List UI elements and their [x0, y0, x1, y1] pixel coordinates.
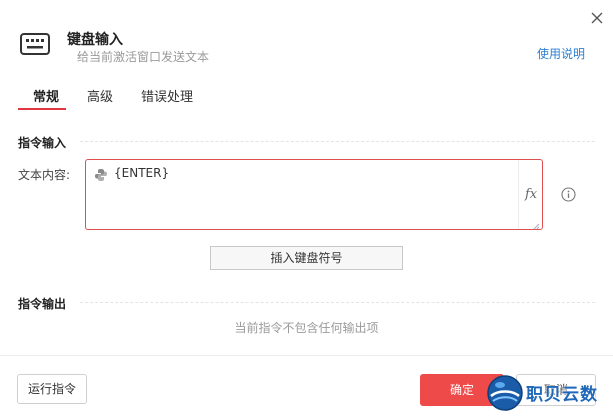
tab-general[interactable]: 常规 — [33, 86, 59, 105]
help-link[interactable]: 使用说明 — [537, 45, 585, 62]
tab-error-handling[interactable]: 错误处理 — [141, 86, 193, 105]
close-icon[interactable] — [587, 8, 607, 28]
input-section-divider — [80, 141, 595, 142]
input-section-title: 指令输入 — [18, 136, 67, 150]
dialog-title: 键盘输入 — [67, 32, 123, 48]
keyboard-icon — [18, 30, 52, 58]
insert-keyboard-symbol-button[interactable]: 插入键盘符号 — [210, 246, 403, 270]
globe-logo-icon — [486, 374, 524, 412]
footer-divider — [0, 355, 613, 356]
python-icon — [94, 168, 108, 182]
fx-divider — [518, 160, 519, 229]
text-content-label: 文本内容: — [18, 168, 71, 182]
active-tab-indicator — [18, 108, 66, 110]
watermark: 职贝云数 — [486, 372, 611, 414]
resize-grip-icon[interactable] — [532, 219, 540, 230]
run-command-button[interactable]: 运行指令 — [17, 374, 87, 404]
watermark-text: 职贝云数 — [526, 385, 598, 405]
tab-advanced[interactable]: 高级 — [87, 86, 113, 105]
text-content-value: {ENTER} — [114, 166, 170, 180]
output-section-divider — [80, 302, 595, 303]
output-section-title: 指令输出 — [18, 297, 67, 311]
text-content-input[interactable]: {ENTER} fx — [85, 159, 543, 230]
info-icon[interactable] — [561, 187, 576, 202]
output-empty-text: 当前指令不包含任何输出项 — [234, 321, 379, 335]
dialog-subtitle: 给当前激活窗口发送文本 — [77, 50, 210, 64]
fx-icon[interactable]: fx — [525, 187, 537, 202]
keyboard-input-dialog: 键盘输入 给当前激活窗口发送文本 使用说明 常规 高级 错误处理 指令输入 文本… — [0, 0, 613, 418]
